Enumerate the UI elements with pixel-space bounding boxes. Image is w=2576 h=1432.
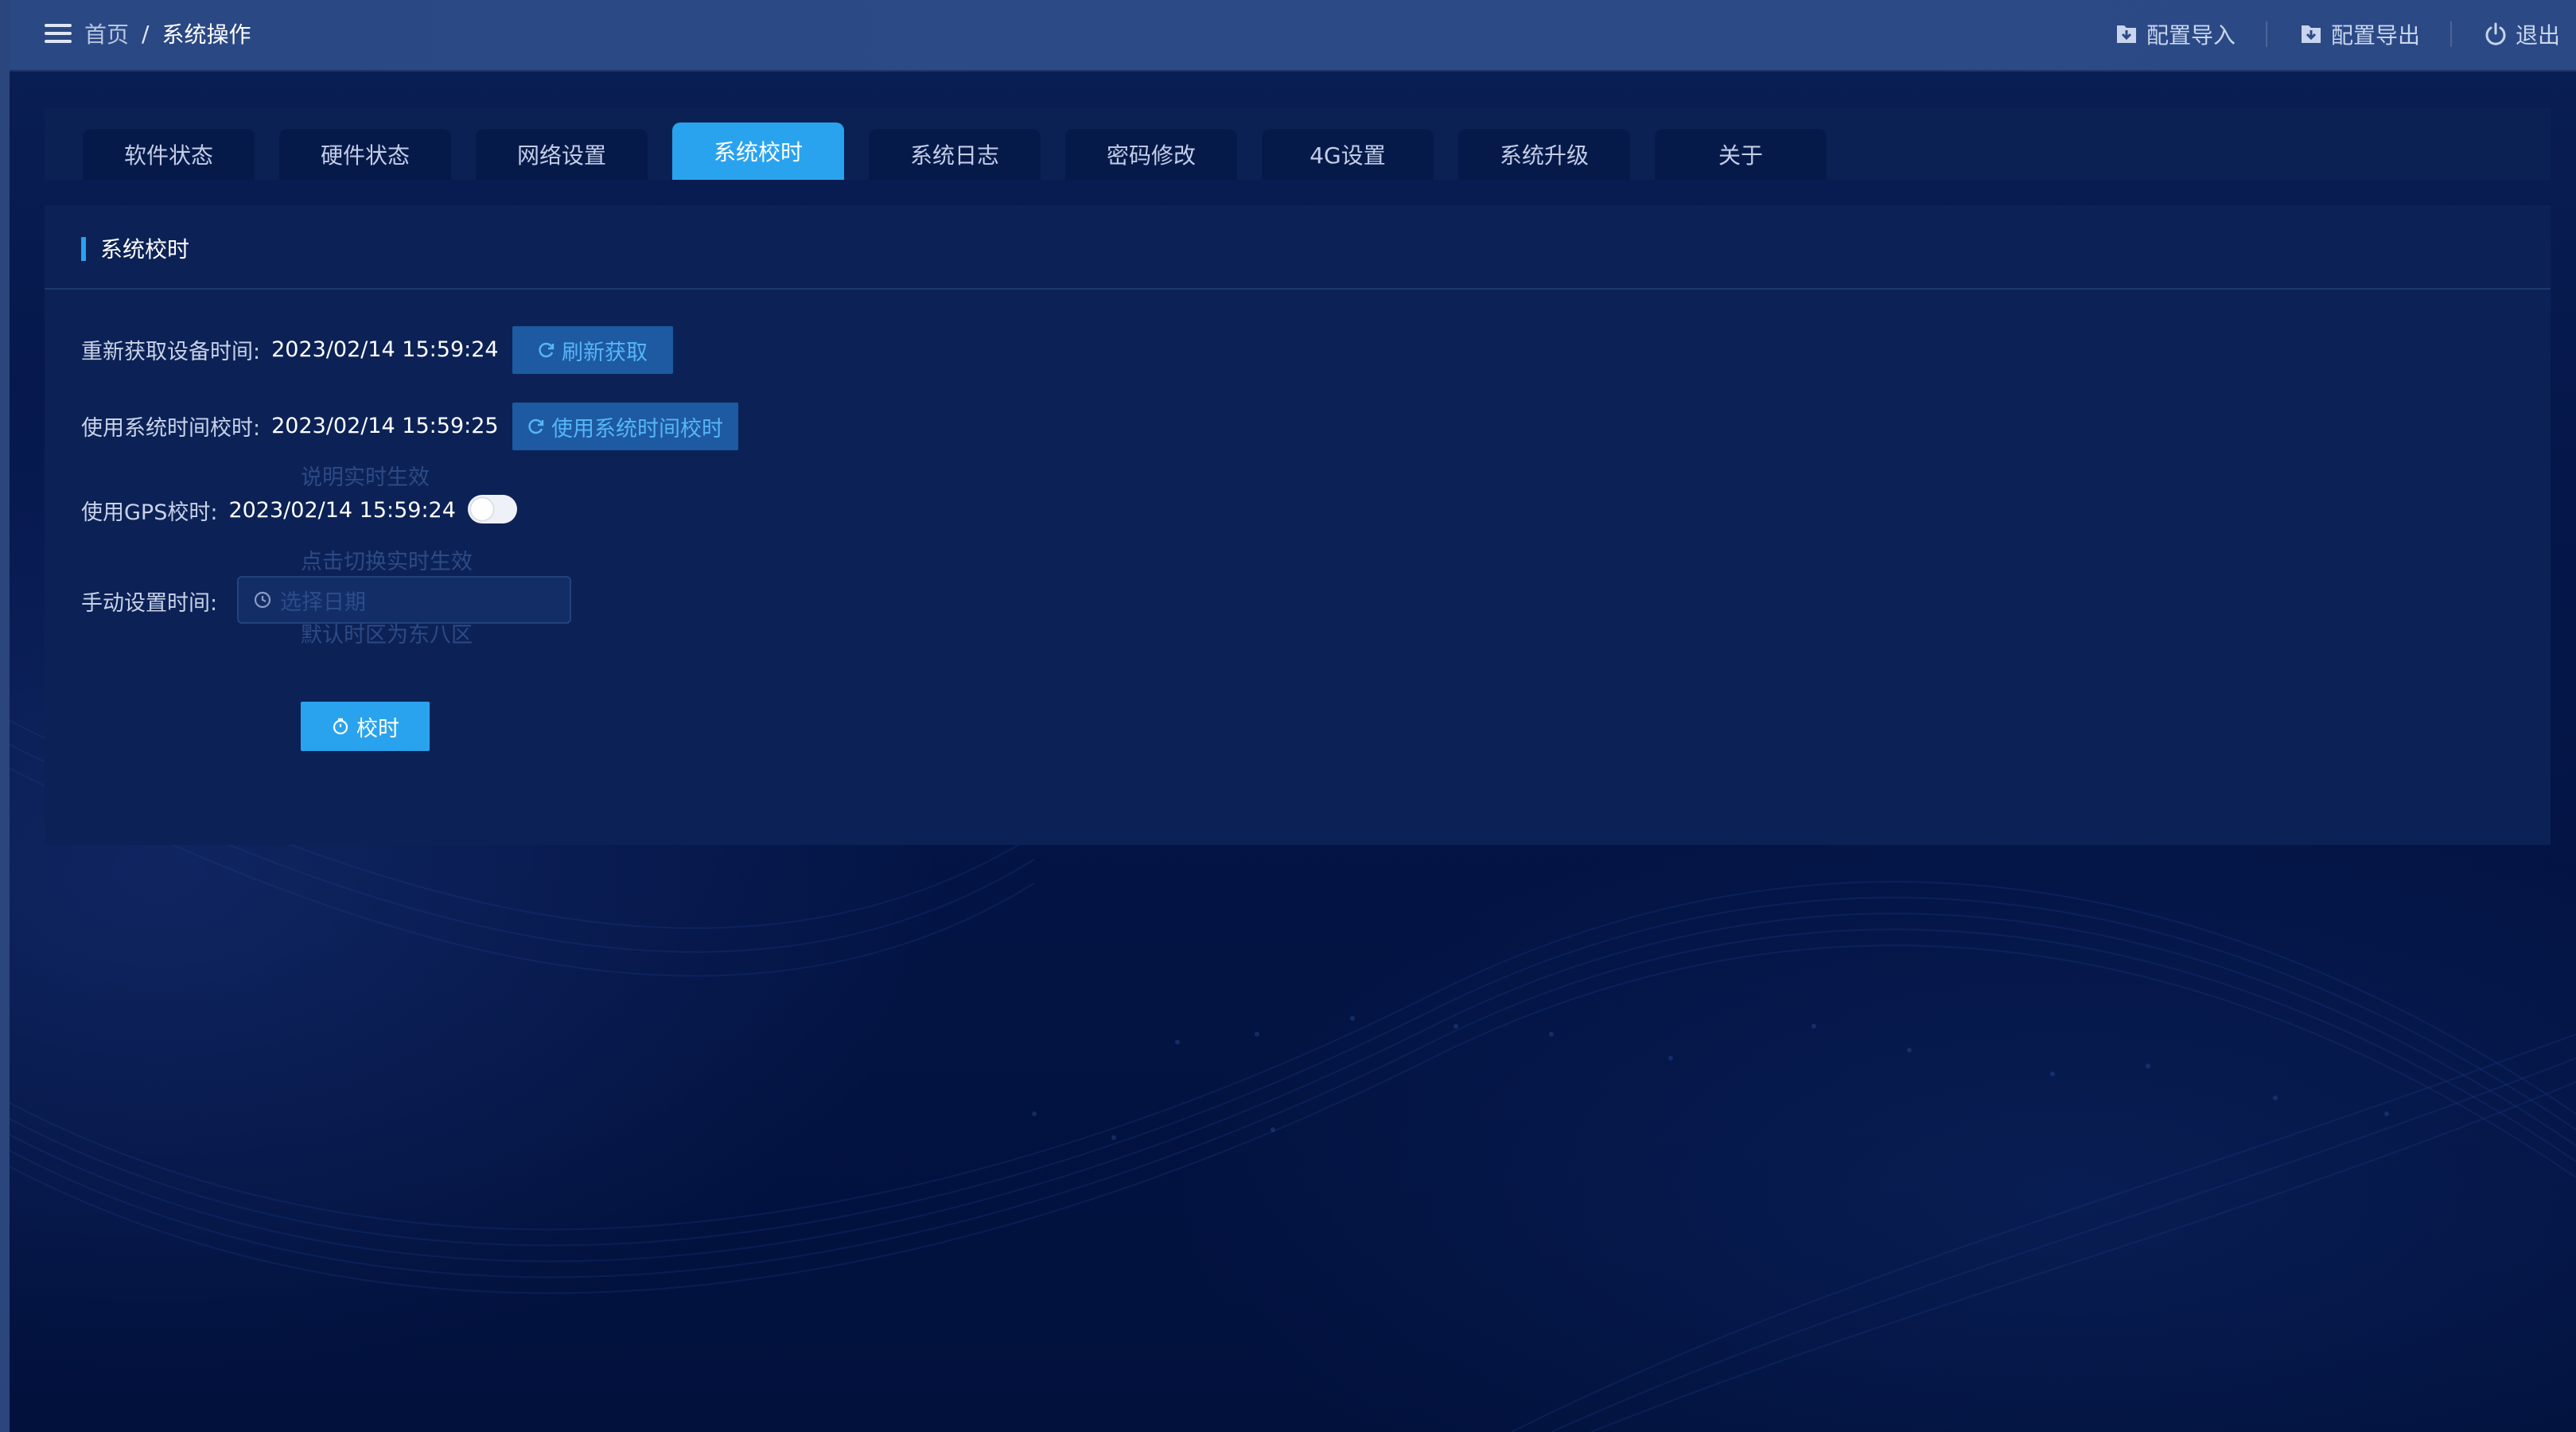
refresh-icon: [527, 418, 545, 435]
manual-time-label: 手动设置时间:: [81, 591, 218, 616]
tab-bar: 软件状态 硬件状态 网络设置 系统校时 系统日志 密码修改 4G设置 系统升级 …: [45, 108, 2551, 180]
timer-icon: [331, 717, 350, 736]
import-icon: [2113, 21, 2140, 48]
breadcrumb-separator: /: [142, 20, 150, 47]
date-picker-input[interactable]: 选择日期: [237, 576, 571, 624]
sidebar-edge: [0, 0, 10, 1432]
breadcrumb: 首页 / 系统操作: [84, 18, 251, 49]
gps-sync-toggle[interactable]: [468, 495, 517, 523]
refresh-fetch-label: 刷新获取: [562, 340, 648, 365]
logout-label: 退出: [2515, 22, 2560, 49]
device-time-value: 2023/02/14 15:59:24: [271, 337, 499, 362]
tab-about[interactable]: 关于: [1655, 129, 1827, 180]
time-sync-panel: 系统校时 重新获取设备时间: 2023/02/14 15:59:24 刷新获取 …: [45, 205, 2551, 845]
logout-button[interactable]: 退出: [2482, 18, 2560, 50]
tab-4g-settings[interactable]: 4G设置: [1262, 129, 1434, 180]
menu-toggle-icon[interactable]: [45, 22, 72, 45]
toggle-knob: [471, 498, 493, 520]
config-export-button[interactable]: 配置导出: [2298, 18, 2420, 50]
refresh-fetch-button[interactable]: 刷新获取: [512, 326, 673, 374]
config-export-label: 配置导出: [2330, 22, 2420, 49]
gps-time-label: 使用GPS校时:: [81, 500, 218, 525]
config-import-label: 配置导入: [2146, 22, 2236, 49]
breadcrumb-home-link[interactable]: 首页: [84, 18, 129, 49]
date-picker-placeholder: 选择日期: [280, 590, 366, 615]
tab-hardware-status[interactable]: 硬件状态: [279, 129, 451, 180]
tab-system-time-sync[interactable]: 系统校时: [672, 123, 844, 180]
use-system-time-label: 使用系统时间校时: [551, 416, 723, 442]
header-divider: [2450, 21, 2452, 47]
tab-password-change[interactable]: 密码修改: [1065, 129, 1237, 180]
use-system-time-button[interactable]: 使用系统时间校时: [512, 403, 738, 450]
panel-title-marker: [81, 237, 86, 261]
header-divider: [2265, 21, 2267, 47]
gps-time-value: 2023/02/14 15:59:24: [228, 498, 456, 523]
manual-hint-bottom: 默认时区为东八区: [301, 623, 473, 648]
panel-title: 系统校时: [100, 236, 190, 263]
header-actions: 配置导入 配置导出 退出: [2113, 16, 2560, 53]
time-sync-submit-label: 校时: [356, 716, 399, 741]
config-import-button[interactable]: 配置导入: [2113, 18, 2236, 50]
tab-system-upgrade[interactable]: 系统升级: [1458, 129, 1630, 180]
clock-icon: [253, 590, 272, 609]
top-header: 首页 / 系统操作 配置导入 配置导出 退出: [10, 0, 2576, 72]
power-icon: [2482, 21, 2509, 48]
tab-system-log[interactable]: 系统日志: [869, 129, 1041, 180]
breadcrumb-current: 系统操作: [161, 21, 251, 48]
panel-header: 系统校时: [45, 205, 2551, 290]
time-sync-submit-button[interactable]: 校时: [301, 702, 430, 751]
tab-network-settings[interactable]: 网络设置: [476, 129, 648, 180]
system-time-value: 2023/02/14 15:59:25: [271, 414, 499, 438]
refresh-icon: [538, 341, 555, 359]
manual-hint-top: 点击切换实时生效: [301, 550, 473, 574]
device-time-row: 重新获取设备时间: 2023/02/14 15:59:24: [81, 334, 499, 365]
export-icon: [2298, 21, 2325, 48]
system-time-row: 使用系统时间校时: 2023/02/14 15:59:25: [81, 411, 499, 442]
device-time-label: 重新获取设备时间:: [81, 340, 261, 364]
system-time-label: 使用系统时间校时:: [81, 416, 261, 441]
manual-time-row: 手动设置时间:: [81, 586, 217, 617]
gps-time-row: 使用GPS校时: 2023/02/14 15:59:24: [81, 495, 456, 526]
gps-hint: 说明实时生效: [301, 465, 430, 490]
tab-software-status[interactable]: 软件状态: [83, 129, 255, 180]
